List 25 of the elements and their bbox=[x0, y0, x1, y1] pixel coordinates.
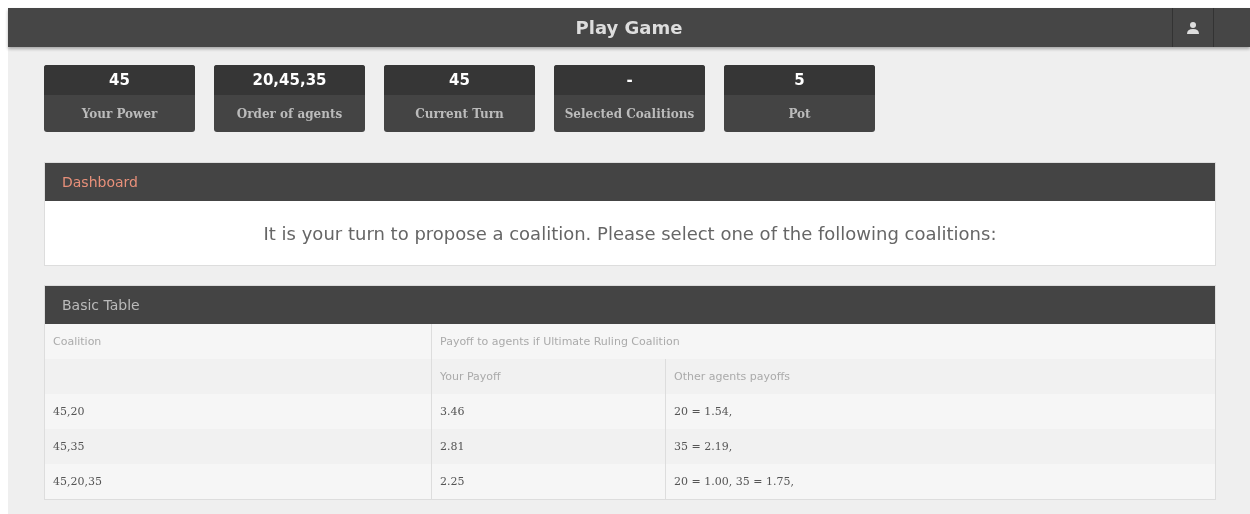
stat-value: 20,45,35 bbox=[252, 71, 327, 89]
stat-label: Order of agents bbox=[236, 106, 343, 121]
table-cell: 20 = 1.00, 35 = 1.75, bbox=[665, 464, 1215, 499]
dashboard-message: It is your turn to propose a coalition. Please select one of the following coalitions: bbox=[263, 222, 997, 244]
stat-value: - bbox=[626, 71, 633, 89]
column-header: Other agents payoffs bbox=[665, 359, 1215, 394]
stat-label: Pot bbox=[788, 106, 811, 121]
panel-title: Basic Table bbox=[62, 297, 140, 313]
table-cell: 45,35 bbox=[45, 429, 432, 464]
table-cell: 2.25 bbox=[431, 464, 666, 499]
table-cell: 2.81 bbox=[431, 429, 666, 464]
stat-value: 45 bbox=[109, 71, 130, 89]
stat-label: Current Turn bbox=[415, 106, 504, 121]
stat-value: 5 bbox=[794, 71, 805, 89]
panel-title: Dashboard bbox=[62, 174, 138, 190]
table-cell: 35 = 2.19, bbox=[665, 429, 1215, 464]
table-cell: 45,20 bbox=[45, 394, 432, 429]
stat-value: 45 bbox=[449, 71, 470, 89]
column-header: Your Payoff bbox=[431, 359, 666, 394]
column-header: Coalition bbox=[45, 324, 432, 359]
stat-label: Your Power bbox=[81, 106, 158, 121]
stat-label: Selected Coalitions bbox=[564, 106, 695, 121]
user-icon bbox=[1186, 20, 1200, 35]
table-cell: 45,20,35 bbox=[45, 464, 432, 499]
page-title: Play Game bbox=[575, 17, 683, 38]
